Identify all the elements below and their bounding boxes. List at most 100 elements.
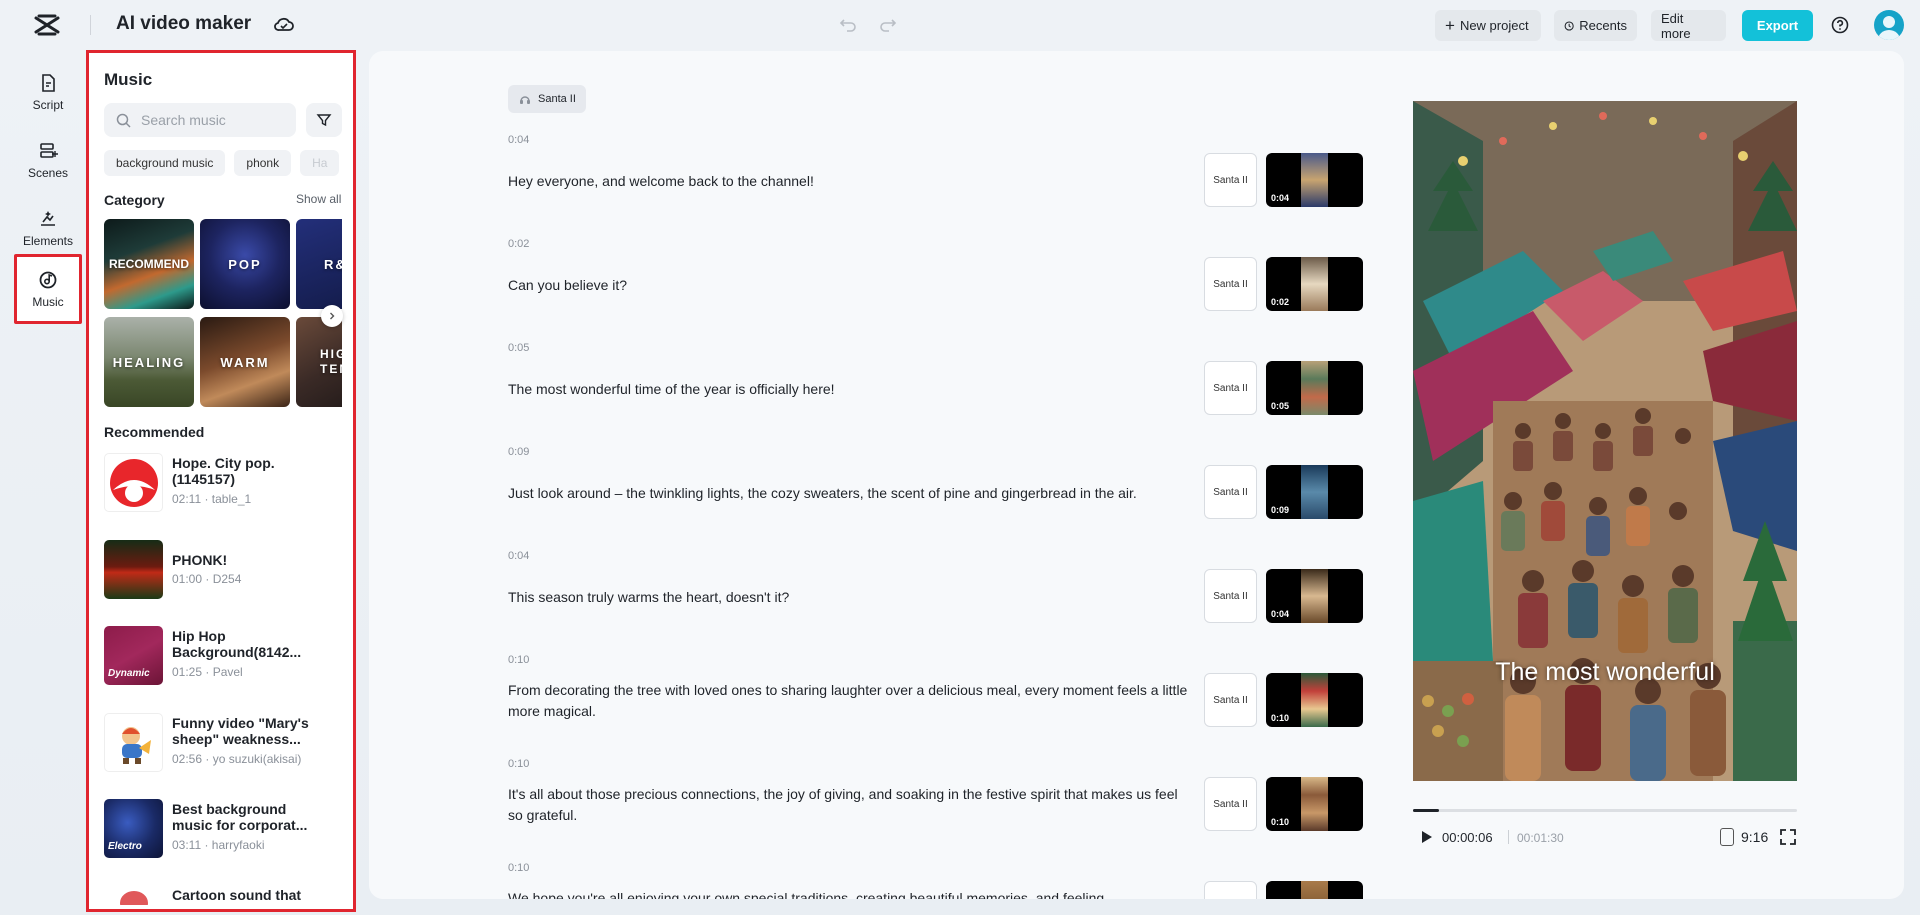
scene-row: 0:09 Just look around – the twinkling li… — [508, 446, 1208, 526]
scene-text[interactable]: Can you believe it? — [508, 275, 1188, 296]
music-item[interactable]: Funny video "Mary's sheep" weakness... 0… — [104, 713, 342, 775]
scene-text[interactable]: Hey everyone, and welcome back to the ch… — [508, 171, 1188, 192]
scenes-icon — [40, 142, 58, 158]
category-tile-pop[interactable]: POP — [200, 219, 290, 309]
scene-voice-button[interactable]: Santa II — [1204, 465, 1257, 519]
scene-voice-button[interactable]: Santa II — [1204, 257, 1257, 311]
help-icon[interactable] — [1830, 15, 1850, 35]
aspect-ratio-value[interactable]: 9:16 — [1741, 829, 1768, 845]
clip-duration: 0:04 — [1271, 609, 1290, 619]
voice-icon — [520, 96, 530, 104]
divider — [90, 15, 91, 35]
music-title: PHONK! — [172, 552, 228, 568]
chip[interactable]: background music — [104, 150, 226, 176]
scene-text[interactable]: Just look around – the twinkling lights,… — [508, 483, 1188, 504]
chevron-right-icon — [330, 312, 335, 320]
scene-voice-button[interactable] — [1204, 881, 1257, 899]
music-meta: 01:25 · Pavel — [172, 665, 243, 679]
video-preview[interactable]: The most wonderful — [1413, 101, 1797, 781]
scene-voice-button[interactable]: Santa II — [1204, 777, 1257, 831]
clip-duration: 0:04 — [1271, 193, 1290, 203]
scene-clip[interactable]: 0:04 — [1266, 153, 1363, 207]
clip-duration: 0:09 — [1271, 505, 1290, 515]
clip-duration: 0:10 — [1271, 817, 1290, 827]
scene-time: 0:10 — [508, 862, 530, 874]
music-item[interactable]: Hope. City pop.(1145157) 02:11 · table_1 — [104, 453, 342, 515]
scene-voice-button[interactable]: Santa II — [1204, 361, 1257, 415]
music-item[interactable]: Electro Best background music for corpor… — [104, 799, 342, 861]
music-panel: Music background music phonk Ha Category… — [86, 50, 356, 912]
scene-clip[interactable] — [1266, 881, 1363, 899]
show-all-link[interactable]: Show all — [296, 192, 341, 206]
category-next-button[interactable] — [321, 305, 343, 327]
recents-label: Recents — [1579, 18, 1627, 33]
scene-clip[interactable]: 0:05 — [1266, 361, 1363, 415]
music-item[interactable]: Dynamic Hip Hop Background(8142... 01:25… — [104, 626, 342, 688]
clip-thumbnail — [1301, 257, 1328, 311]
category-tile-high-tempo[interactable]: HIG TEM — [296, 317, 342, 407]
playback-progress-fill — [1413, 809, 1439, 812]
scene-text[interactable]: This season truly warms the heart, doesn… — [508, 587, 1188, 608]
scene-row: 0:10 It's all about those precious conne… — [508, 758, 1208, 838]
rail-item-scenes[interactable]: Scenes — [14, 130, 82, 190]
undo-icon[interactable] — [838, 14, 858, 34]
top-bar: AI video maker + New project Recents Edi… — [0, 0, 1920, 50]
scene-voice-button[interactable]: Santa II — [1204, 153, 1257, 207]
edit-more-button[interactable]: Edit more — [1651, 10, 1726, 41]
scene-clip[interactable]: 0:10 — [1266, 673, 1363, 727]
scene-clip[interactable]: 0:02 — [1266, 257, 1363, 311]
aspect-ratio-icon[interactable] — [1720, 828, 1734, 846]
category-label: POP — [228, 256, 262, 272]
scene-text[interactable]: The most wonderful time of the year is o… — [508, 379, 1188, 400]
voice-selector[interactable]: Santa II — [508, 85, 586, 113]
rail-item-script[interactable]: Script — [14, 62, 82, 122]
search-input[interactable] — [141, 112, 281, 128]
export-button[interactable]: Export — [1742, 10, 1813, 41]
category-tile-recommend[interactable]: RECOMMEND — [104, 219, 194, 309]
redo-icon[interactable] — [878, 14, 898, 34]
music-title: Best background music for corporat... — [172, 801, 308, 833]
scene-clip[interactable]: 0:10 — [1266, 777, 1363, 831]
clip-thumbnail — [1301, 569, 1328, 623]
music-title: Cartoon sound that — [172, 887, 302, 903]
scene-voice-button[interactable]: Santa II — [1204, 569, 1257, 623]
scene-row: 0:10 We hope you're all enjoying your ow… — [508, 862, 1208, 899]
playback-progress-bar[interactable] — [1413, 809, 1797, 812]
scene-clip[interactable]: 0:04 — [1266, 569, 1363, 623]
music-item[interactable]: PHONK! 01:00 · D254 — [104, 540, 342, 602]
scene-clip[interactable]: 0:09 — [1266, 465, 1363, 519]
play-icon[interactable] — [1418, 829, 1434, 845]
rail-item-music[interactable]: Music — [14, 254, 82, 324]
new-project-label: New project — [1459, 18, 1529, 33]
scene-time: 0:05 — [508, 342, 530, 354]
scene-text[interactable]: We hope you're all enjoying your own spe… — [508, 888, 1188, 899]
music-title: Hope. City pop.(1145157) — [172, 455, 275, 487]
capcut-logo[interactable] — [34, 14, 60, 36]
music-item[interactable]: Cartoon sound that — [104, 885, 342, 909]
thumbnail-label: Dynamic — [108, 668, 150, 679]
clip-duration: 0:02 — [1271, 297, 1290, 307]
panel-title: Music — [104, 70, 153, 89]
chip[interactable]: Ha — [300, 150, 340, 176]
scene-text[interactable]: From decorating the tree with loved ones… — [508, 680, 1188, 722]
category-label: HIG TEM — [320, 347, 342, 376]
scene-text[interactable]: It's all about those precious connection… — [508, 784, 1188, 826]
chip[interactable]: phonk — [234, 150, 292, 176]
recommended-heading: Recommended — [104, 424, 205, 440]
category-tile-rnb[interactable]: R& — [296, 219, 342, 309]
scene-voice-button[interactable]: Santa II — [1204, 673, 1257, 727]
category-tile-healing[interactable]: HEALING — [104, 317, 194, 407]
music-thumbnail — [104, 713, 163, 772]
search-box[interactable] — [104, 103, 296, 137]
recents-button[interactable]: Recents — [1554, 10, 1637, 41]
rail-label: Scenes — [27, 165, 69, 180]
category-tile-warm[interactable]: WARM — [200, 317, 290, 407]
cloud-sync-icon[interactable] — [273, 14, 295, 34]
new-project-button[interactable]: + New project — [1435, 10, 1541, 41]
rail-item-elements[interactable]: Elements — [14, 198, 82, 258]
fullscreen-icon[interactable] — [1779, 828, 1797, 846]
clip-duration: 0:05 — [1271, 401, 1290, 411]
category-label: WARM — [220, 354, 270, 370]
filter-button[interactable] — [306, 103, 342, 137]
avatar[interactable] — [1874, 10, 1904, 40]
